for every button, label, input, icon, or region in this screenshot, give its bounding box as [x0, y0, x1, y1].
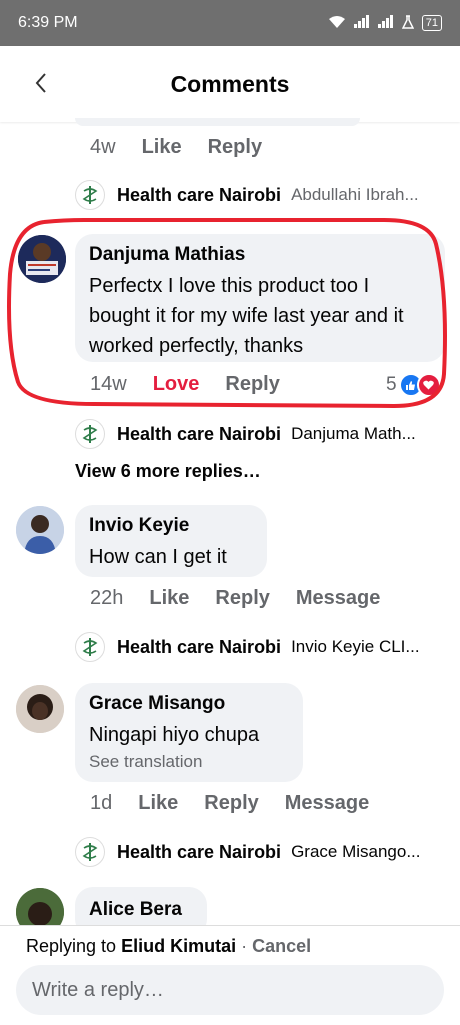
reply-snippet: Invio Keyie CLI... — [291, 637, 420, 656]
reply-snippet: Grace Misango... — [291, 842, 421, 861]
reply-author: Health care Nairobi — [117, 184, 282, 205]
comment-bubble: Invio Keyie How can I get it — [75, 505, 267, 577]
cancel-reply-button[interactable]: Cancel — [252, 936, 311, 956]
status-bar: 6:39 PM 71 — [0, 0, 460, 46]
reply-preview[interactable]: Health care Nairobi Danjuma Math... — [75, 419, 416, 449]
reply-author: Health care Nairobi — [117, 841, 282, 862]
comment-author[interactable]: Alice Bera — [89, 899, 193, 921]
comment-author[interactable]: Grace Misango — [89, 693, 289, 715]
annotation-circle — [7, 218, 447, 409]
avatar[interactable] — [16, 685, 64, 733]
comment-text: How can I get it — [89, 546, 227, 568]
status-icons: 71 — [328, 14, 442, 32]
reply-button[interactable]: Reply — [215, 587, 269, 610]
reply-preview[interactable]: Health care Nairobi Invio Keyie CLI... — [75, 632, 420, 662]
comment-actions: 4w Like Reply — [90, 136, 262, 159]
view-more-replies[interactable]: View 6 more replies… — [75, 461, 261, 482]
comment-actions: 22h Like Reply Message — [90, 587, 380, 610]
comment-time: 4w — [90, 136, 116, 158]
wifi-icon — [328, 15, 346, 32]
reply-author: Health care Nairobi — [117, 423, 282, 444]
comment-text: Ningapi hiyo chupa — [89, 724, 260, 746]
see-translation-link[interactable]: See translation — [89, 752, 289, 772]
battery-icon: 71 — [421, 15, 442, 31]
comment-time: 1d — [90, 792, 113, 814]
replying-to-name: Eliud Kimutai — [121, 936, 237, 956]
page-logo-icon — [75, 419, 105, 449]
chevron-left-icon — [35, 73, 46, 93]
comment-bubble-cut — [75, 118, 360, 126]
reply-author: Health care Nairobi — [117, 636, 282, 657]
reply-snippet: Danjuma Math... — [291, 424, 416, 443]
reply-snippet: Abdullahi Ibrah... — [291, 185, 419, 204]
signal-icon-2 — [377, 15, 394, 31]
comment-author[interactable]: Invio Keyie — [89, 515, 253, 537]
message-button[interactable]: Message — [285, 792, 370, 815]
comment-time: 22h — [90, 587, 124, 609]
header: Comments — [0, 46, 460, 122]
reply-composer: Replying to Eliud Kimutai · Cancel — [0, 925, 460, 1025]
status-time: 6:39 PM — [18, 14, 78, 31]
reply-preview[interactable]: Health care Nairobi Abdullahi Ibrah... — [75, 180, 419, 210]
message-button[interactable]: Message — [296, 587, 381, 610]
replying-prefix: Replying to — [26, 936, 117, 956]
like-button[interactable]: Like — [138, 792, 178, 815]
reply-input[interactable] — [16, 965, 444, 1015]
page-logo-icon — [75, 837, 105, 867]
page-logo-icon — [75, 632, 105, 662]
separator: · — [241, 936, 248, 956]
avatar[interactable] — [16, 506, 64, 554]
back-button[interactable] — [26, 68, 56, 98]
lab-icon — [401, 14, 414, 32]
page-logo-icon — [75, 180, 105, 210]
reply-button[interactable]: Reply — [204, 792, 258, 815]
reply-preview[interactable]: Health care Nairobi Grace Misango... — [75, 837, 421, 867]
comment-actions: 1d Like Reply Message — [90, 792, 369, 815]
like-button[interactable]: Like — [149, 587, 189, 610]
replying-to-line: Replying to Eliud Kimutai · Cancel — [26, 936, 311, 957]
reply-button[interactable]: Reply — [208, 136, 262, 159]
page-title: Comments — [170, 70, 290, 97]
like-button[interactable]: Like — [142, 136, 182, 159]
signal-icon — [353, 15, 370, 31]
comment-bubble: Grace Misango Ningapi hiyo chupa See tra… — [75, 683, 303, 782]
